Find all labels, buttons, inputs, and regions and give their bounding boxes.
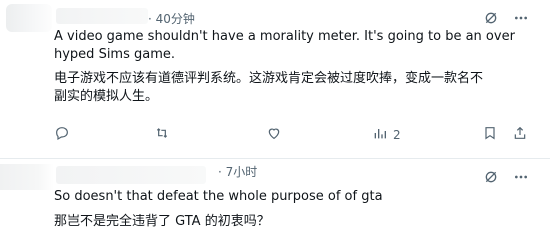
retweet-button[interactable]: [154, 125, 175, 144]
tweet-time-2[interactable]: · 7小时: [218, 163, 257, 180]
avatar-blurred[interactable]: [6, 4, 52, 32]
more-icon[interactable]: [512, 9, 530, 27]
like-button[interactable]: [266, 125, 287, 144]
username-blurred[interactable]: [56, 8, 148, 24]
share-icon: [512, 125, 528, 144]
share-button[interactable]: [512, 125, 528, 144]
tweet-1[interactable]: · 40分钟 A video game shouldn't have a mor…: [0, 0, 550, 160]
bookmark-icon: [482, 125, 498, 144]
tweet-text-en: A video game shouldn't have a morality m…: [54, 29, 515, 62]
tweet-text-zh: 电子游戏不应该有道德评判系统。这游戏肯定会被过度吹捧，变成一款名不副实的模拟人生…: [54, 71, 484, 104]
username-blurred-2[interactable]: [56, 166, 206, 184]
grok-icon[interactable]: [482, 168, 500, 186]
reply-icon: [54, 125, 70, 144]
views-button[interactable]: 2: [372, 125, 401, 144]
tweet-action-bar: 2: [54, 125, 534, 147]
bookmark-button[interactable]: [482, 125, 498, 144]
views-icon: [372, 125, 388, 144]
more-icon[interactable]: [512, 168, 530, 186]
retweet-icon: [154, 125, 170, 144]
tweet-divider: [0, 158, 550, 159]
tweet-top-actions: [482, 9, 530, 27]
tweet-text-en-2: So doesn't that defeat the whole purpose…: [54, 189, 383, 204]
tweet-text-zh-2: 那岂不是完全违背了 GTA 的初衷吗？: [54, 214, 270, 229]
avatar-blurred-2[interactable]: [0, 164, 54, 190]
tweet-time[interactable]: · 40分钟: [148, 10, 195, 27]
views-count: 2: [393, 127, 401, 142]
grok-icon[interactable]: [482, 9, 500, 27]
like-icon: [266, 125, 282, 144]
tweet-top-actions-2: [482, 168, 530, 186]
reply-button[interactable]: [54, 125, 75, 144]
